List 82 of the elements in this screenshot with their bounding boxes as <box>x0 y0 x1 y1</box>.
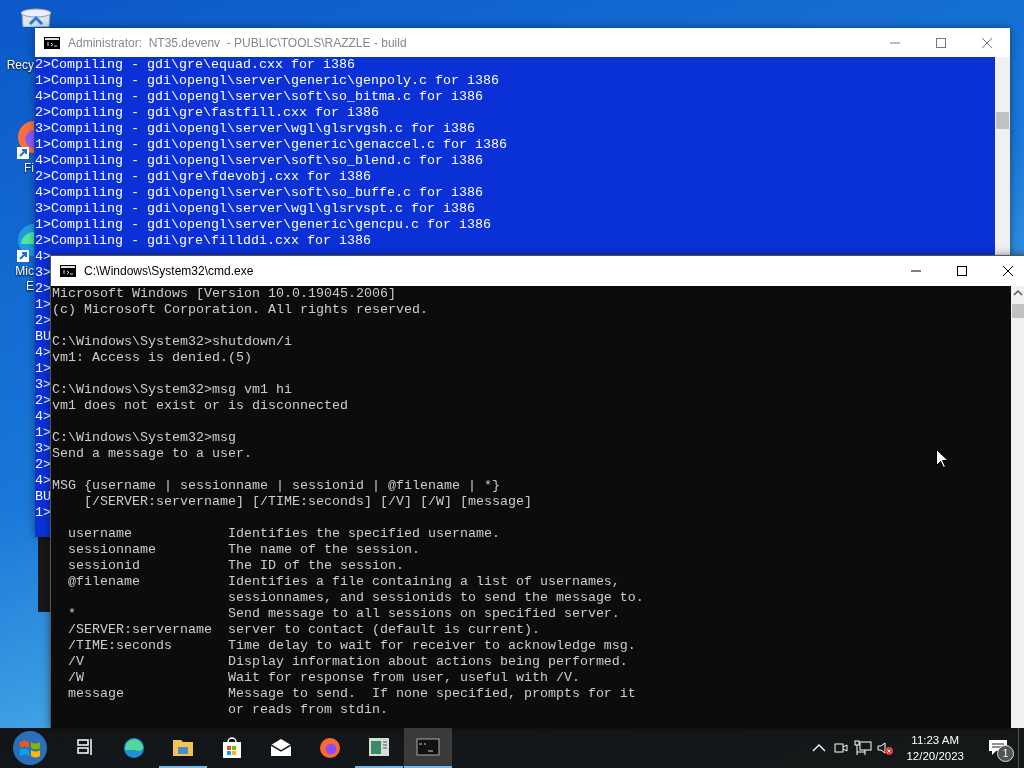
console-line: 2>Compiling - gdi\gre\fdevobj.cxx for i386 <box>35 169 371 185</box>
console-line: 4> <box>35 473 51 489</box>
console-line: /SERVER:servername server to contact (default is current). <box>67 622 540 638</box>
task-view-icon <box>77 738 92 756</box>
maximize-icon <box>935 36 947 49</box>
window-title: Administrator: NT35.devenv - PUBLIC\TOOLS\RAZZLE - build <box>68 35 408 50</box>
console-line: C:\Windows\System32>msg vm1 hi <box>52 382 292 398</box>
console-line: BU <box>35 489 51 505</box>
console-line: BU <box>35 329 51 345</box>
console-line: /W Wait for response from user, useful with /V. <box>67 670 580 686</box>
console-line: 1>Compiling - gdi\opengl\server\generic\gencpu.c for i386 <box>35 217 491 233</box>
icon-label: Fi <box>24 161 34 176</box>
store-icon <box>223 737 241 758</box>
console-line: 3>Compiling - gdi\opengl\server\wgl\glsrvgsh.c for i386 <box>35 121 475 137</box>
mouse-cursor-icon <box>936 449 948 468</box>
console-line: C:\Windows\System32>shutdown/i <box>52 334 292 350</box>
console-line: 2> <box>35 281 51 297</box>
console-line: message Message to send. If none specified, prompts for it <box>67 686 636 702</box>
console-icon <box>44 36 60 49</box>
console-line: 2>Compiling - gdi\gre\fastfill.cxx for i386 <box>35 105 379 121</box>
scroll-up-icon[interactable] <box>1013 289 1023 297</box>
console-line: C:\Windows\System32>msg <box>52 430 236 446</box>
console-line: or reads from stdin. <box>226 702 388 718</box>
console-line: sessionnames, and sessionids to send the message to. <box>226 590 644 606</box>
notification-count: 1 <box>997 745 1014 762</box>
console-line: sessionname The name of the session. <box>67 542 420 558</box>
console-line: 2> <box>35 457 51 473</box>
console-line: 3> <box>35 265 51 281</box>
console-line: 1> <box>35 361 51 377</box>
console-line: 1>Compiling - gdi\opengl\server\generic\genaccel.c for i386 <box>35 137 507 153</box>
console-line: * Send message to all sessions on specified server. <box>67 606 620 622</box>
command-prompt-icon <box>416 738 440 756</box>
console-line: 3> <box>35 377 51 393</box>
console-line: /V Display information about actions being performed. <box>67 654 628 670</box>
scrollbar-thumb[interactable] <box>996 112 1009 129</box>
folder-icon <box>173 740 193 756</box>
console-line: 1>Compiling - gdi\opengl\server\generic\genpoly.c for i386 <box>35 73 499 89</box>
console-line: 4>Compiling - gdi\opengl\server\soft\so_buffe.c for i386 <box>35 185 483 201</box>
firefox-icon <box>320 738 340 758</box>
scrollbar[interactable] <box>995 57 1010 255</box>
icon-label: Mic <box>15 264 34 279</box>
console-line: 4>Compiling - gdi\opengl\server\soft\so_blend.c for i386 <box>35 153 483 169</box>
console-line: 1> <box>35 425 51 441</box>
scrollbar[interactable] <box>1011 286 1024 729</box>
icon-label: E <box>26 279 34 294</box>
console-line: Microsoft Windows [Version 10.0.19045.2006] <box>52 286 396 302</box>
clock[interactable]: 11:23 AM 12/20/2023 <box>898 732 972 764</box>
console-line: 2>Compiling - gdi\gre\fillddi.cxx for i386 <box>35 233 371 249</box>
console-line: 2>Compiling - gdi\gre\equad.cxx for i386 <box>35 57 355 73</box>
console-line: sessionid The ID of the session. <box>67 558 404 574</box>
scrollbar-thumb[interactable] <box>1012 304 1024 318</box>
console-line: 3>Compiling - gdi\opengl\server\wgl\glsrvspt.c for i386 <box>35 201 475 217</box>
console-line: @filename Identifies a file containing a list of usernames, <box>67 574 620 590</box>
console-line: Send a message to a user. <box>52 446 252 462</box>
window-title: C:\Windows\System32\cmd.exe <box>84 264 255 278</box>
console-line: 2> <box>35 313 51 329</box>
console-line: username Identifies the specified username. <box>67 526 500 542</box>
console-line: /TIME:seconds Time delay to wait for receiver to acknowledge msg. <box>67 638 636 654</box>
taskbar-app[interactable] <box>404 728 452 768</box>
console-line: 2> <box>35 393 51 409</box>
maximize-icon <box>956 265 968 277</box>
recycle-bin-icon[interactable] <box>18 8 54 27</box>
console-line: vm1 does not exist or is disconnected <box>52 398 348 414</box>
console-icon <box>60 265 76 277</box>
console-line: (c) Microsoft Corporation. All rights reserved. <box>52 302 428 318</box>
notifications-button[interactable]: 1 <box>978 728 1018 768</box>
close-icon <box>1002 265 1014 277</box>
edge-icon <box>124 738 144 758</box>
console-line: 3> <box>35 441 51 457</box>
mail-icon <box>270 739 292 756</box>
window-app-icon <box>369 738 389 756</box>
console-line: 4> <box>35 409 51 425</box>
console-line: 4> <box>35 345 51 361</box>
console-line: [/SERVER:servername] [/TIME:seconds] [/V] [/W] [message] <box>83 494 532 510</box>
console-line: 1> <box>35 505 51 521</box>
console-line: 4> <box>35 249 51 265</box>
close-icon <box>981 36 993 49</box>
console-line: MSG {username | sessionname | sessionid | @filename | *} <box>52 478 500 494</box>
console-line: 4>Compiling - gdi\opengl\server\soft\so_bitma.c for i386 <box>35 89 483 105</box>
icon-label: Recy <box>6 58 34 73</box>
console-line: vm1: Access is denied.(5) <box>52 350 252 366</box>
console-line: 1> <box>35 297 51 313</box>
